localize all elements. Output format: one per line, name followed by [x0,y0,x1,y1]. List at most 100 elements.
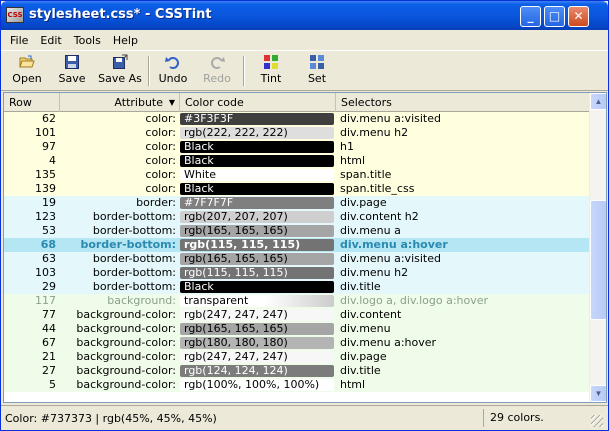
selectors-cell: div.title [340,364,381,377]
color-swatch[interactable]: rgb(247, 247, 247) [180,351,334,363]
toolbar-separator [148,56,150,86]
selectors-cell: div.menu a:hover [340,336,437,349]
color-swatch[interactable]: rgb(222, 222, 222) [180,127,334,139]
row-number: 44 [42,322,56,335]
scroll-thumb[interactable] [590,200,606,320]
attribute-cell: color: [145,126,176,139]
attribute-cell: background-color: [76,322,176,335]
attribute-cell: border-bottom: [92,280,176,293]
tint-button[interactable]: Tint [253,53,289,89]
list-body: 62 color: #3F3F3F div.menu a:visited 101 colo… [4,112,589,402]
color-swatch[interactable]: Black [180,183,334,195]
selectors-cell: div.menu a:visited [340,252,441,265]
open-button[interactable]: Open [7,53,47,89]
menu-edit[interactable]: Edit [34,34,67,47]
table-row[interactable]: 21 background-color: rgb(247, 247, 247) div… [4,350,589,364]
table-row[interactable]: 63 border-bottom: rgb(165, 165, 165) div.me… [4,252,589,266]
row-number: 27 [42,364,56,377]
table-row[interactable]: 97 color: Black h1 [4,140,589,154]
table-row[interactable]: 19 border: #7F7F7F div.page [4,196,589,210]
table-row[interactable]: 103 border-bottom: rgb(115, 115, 115) div.m… [4,266,589,280]
table-row[interactable]: 62 color: #3F3F3F div.menu a:visited [4,112,589,126]
color-swatch[interactable]: rgb(165, 165, 165) [180,225,334,237]
column-header-attribute[interactable]: Attribute ▼ [60,93,180,112]
column-header-row[interactable]: Row [4,93,60,112]
row-number: 5 [49,378,56,391]
selectors-cell: div.page [340,196,387,209]
menu-file[interactable]: File [4,34,34,47]
redo-button[interactable]: Redo [199,53,235,89]
color-swatch[interactable]: rgb(247, 247, 247) [180,309,334,321]
selectors-cell: div.menu a:hover [340,238,448,251]
table-row[interactable]: 101 color: rgb(222, 222, 222) div.menu h2 [4,126,589,140]
table-row[interactable]: 27 background-color: rgb(124, 124, 124) div… [4,364,589,378]
floppy-disk-icon [65,55,79,69]
attribute-cell: border-bottom: [92,224,176,237]
color-swatch[interactable]: rgb(115, 115, 115) [180,267,334,279]
attribute-cell: color: [145,112,176,125]
color-swatch[interactable]: rgb(165, 165, 165) [180,253,334,265]
minimize-button[interactable]: _ [520,6,541,27]
color-swatch[interactable]: rgb(100%, 100%, 100%) [180,379,334,391]
attribute-cell: border-bottom: [80,238,176,251]
resize-grip-icon[interactable] [591,415,603,427]
selectors-cell: div.page [340,350,387,363]
table-row[interactable]: 44 background-color: rgb(165, 165, 165) div… [4,322,589,336]
open-folder-icon [19,55,35,68]
attribute-cell: background-color: [76,350,176,363]
table-row[interactable]: 67 background-color: rgb(180, 180, 180) div… [4,336,589,350]
color-swatch[interactable]: transparent [180,295,334,307]
color-swatch[interactable]: rgb(207, 207, 207) [180,211,334,223]
color-swatch[interactable]: rgb(165, 165, 165) [180,323,334,335]
color-swatch[interactable]: rgb(115, 115, 115) [180,239,334,251]
maximize-button[interactable]: □ [544,6,565,27]
save-as-icon [113,54,128,69]
color-list[interactable]: Row Attribute ▼ Color code Selectors 62 co… [3,92,607,403]
menu-tools[interactable]: Tools [68,34,107,47]
table-row[interactable]: 139 color: Black span.title_css [4,182,589,196]
row-number: 117 [35,294,56,307]
color-swatch[interactable]: Black [180,281,334,293]
table-row[interactable]: 29 border-bottom: Black div.title [4,280,589,294]
redo-icon [211,57,225,69]
color-swatch[interactable]: White [180,169,334,181]
column-header-selectors[interactable]: Selectors [336,93,589,112]
attribute-cell: border-bottom: [92,252,176,265]
selectors-cell: div.menu h2 [340,266,409,279]
vertical-scrollbar[interactable]: ▲ ▼ [589,93,606,402]
column-header-color-code[interactable]: Color code [180,93,336,112]
table-row[interactable]: 53 border-bottom: rgb(165, 165, 165) div.me… [4,224,589,238]
row-number: 68 [40,238,56,251]
scroll-down-icon[interactable]: ▼ [590,385,606,402]
title-bar[interactable]: CSS stylesheet.css* - CSSTint _ □ ✕ [1,1,608,30]
color-swatch[interactable]: Black [180,155,334,167]
row-number: 123 [35,210,56,223]
table-row[interactable]: 123 border-bottom: rgb(207, 207, 207) div.c… [4,210,589,224]
row-number: 103 [35,266,56,279]
table-row[interactable]: 117 background: transparent div.logo a, div… [4,294,589,308]
row-number: 139 [35,182,56,195]
app-logo-icon: CSS [6,7,24,23]
row-number: 67 [42,336,56,349]
color-swatch[interactable]: Black [180,141,334,153]
save-as-button[interactable]: Save As [97,53,143,89]
table-row[interactable]: 68 border-bottom: rgb(115, 115, 115) div.me… [4,238,589,252]
table-row[interactable]: 4 color: Black html [4,154,589,168]
color-swatch[interactable]: #7F7F7F [180,197,334,209]
row-number: 53 [42,224,56,237]
color-swatch[interactable]: rgb(124, 124, 124) [180,365,334,377]
table-row[interactable]: 5 background-color: rgb(100%, 100%, 100%) h… [4,378,589,392]
tint-icon [264,55,278,69]
close-button[interactable]: ✕ [568,6,589,27]
menu-help[interactable]: Help [107,34,144,47]
set-button[interactable]: Set [299,53,335,89]
selectors-cell: h1 [340,140,354,153]
table-row[interactable]: 135 color: White span.title [4,168,589,182]
table-row[interactable]: 77 background-color: rgb(247, 247, 247) div… [4,308,589,322]
undo-button[interactable]: Undo [155,53,191,89]
row-number: 63 [42,252,56,265]
color-swatch[interactable]: rgb(180, 180, 180) [180,337,334,349]
save-button[interactable]: Save [55,53,89,89]
scroll-up-icon[interactable]: ▲ [590,93,606,110]
color-swatch[interactable]: #3F3F3F [180,113,334,125]
